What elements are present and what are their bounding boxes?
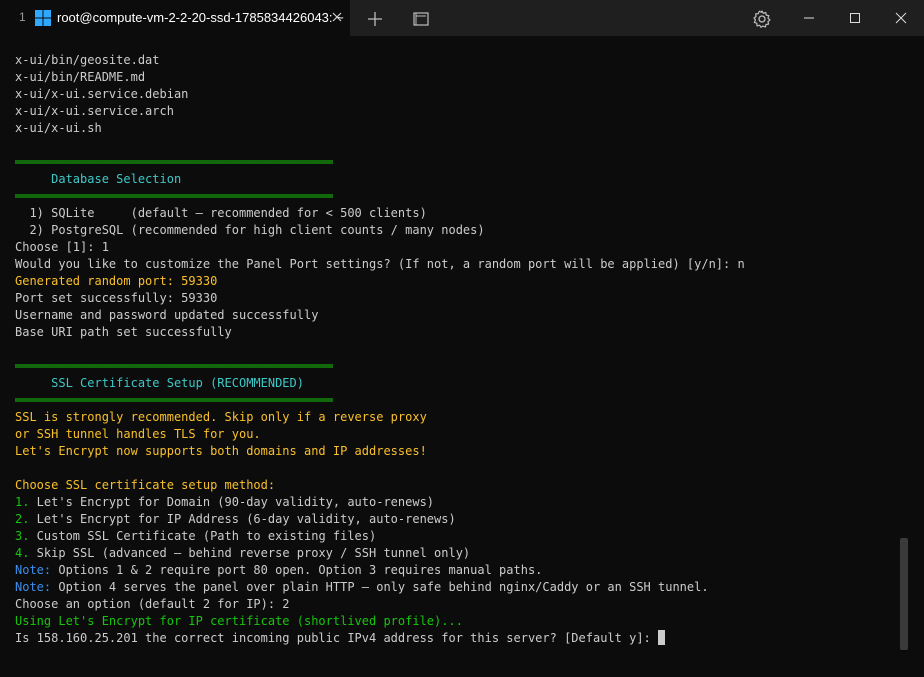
windows-logo-icon bbox=[35, 10, 51, 26]
terminal-text: or SSH tunnel handles TLS for you. bbox=[15, 427, 261, 441]
terminal-line: 2. Let's Encrypt for IP Address (6-day v… bbox=[15, 511, 895, 528]
terminal-line: Generated random port: 59330 bbox=[15, 273, 895, 290]
terminal-line: x-ui/x-ui.service.debian bbox=[15, 86, 895, 103]
dropdown-icon[interactable] bbox=[410, 8, 432, 30]
terminal-line: Would you like to customize the Panel Po… bbox=[15, 256, 895, 273]
maximize-icon bbox=[850, 13, 860, 23]
terminal-line: ════════════════════════════════════════… bbox=[15, 154, 895, 171]
terminal-line: ════════════════════════════════════════… bbox=[15, 358, 895, 375]
terminal-line: Username and password updated successful… bbox=[15, 307, 895, 324]
scrollbar-thumb[interactable] bbox=[900, 538, 908, 650]
terminal-window: 1 root@compute-vm-2-2-20-ssd-17858344260… bbox=[0, 0, 924, 677]
terminal-line: 1. Let's Encrypt for Domain (90-day vali… bbox=[15, 494, 895, 511]
terminal-text: Using Let's Encrypt for IP certificate (… bbox=[15, 614, 463, 628]
terminal-text: 2. bbox=[15, 512, 30, 526]
terminal-line: 4. Skip SSL (advanced — behind reverse p… bbox=[15, 545, 895, 562]
terminal-line: 1) SQLite (default — recommended for < 5… bbox=[15, 205, 895, 222]
terminal-text: x-ui/x-ui.sh bbox=[15, 121, 102, 135]
terminal-line: Is 158.160.25.201 the correct incoming p… bbox=[15, 630, 895, 647]
terminal-line: Note: Options 1 & 2 require port 80 open… bbox=[15, 562, 895, 579]
terminal-text: Base URI path set successfully bbox=[15, 325, 232, 339]
terminal-text: Port set successfully: 59330 bbox=[15, 291, 218, 305]
terminal-text: x-ui/x-ui.service.arch bbox=[15, 104, 174, 118]
terminal-text: Let's Encrypt now supports both domains … bbox=[15, 444, 427, 458]
terminal-text: x-ui/bin/geosite.dat bbox=[15, 53, 160, 67]
terminal-text: x-ui/bin/README.md bbox=[15, 70, 146, 84]
gear-icon[interactable] bbox=[752, 9, 772, 29]
terminal-text: Custom SSL Certificate (Path to existing… bbox=[29, 529, 377, 543]
text-cursor bbox=[658, 630, 665, 645]
terminal-line: x-ui/x-ui.service.arch bbox=[15, 103, 895, 120]
terminal-tab[interactable]: 1 root@compute-vm-2-2-20-ssd-17858344260… bbox=[0, 0, 350, 36]
terminal-line: 3. Custom SSL Certificate (Path to exist… bbox=[15, 528, 895, 545]
terminal-line: SSL is strongly recommended. Skip only i… bbox=[15, 409, 895, 426]
terminal-text: Database Selection bbox=[15, 172, 182, 186]
terminal-text: Let's Encrypt for Domain (90-day validit… bbox=[29, 495, 435, 509]
terminal-text: ════════════════════════════════════════… bbox=[15, 189, 333, 203]
terminal-line: x-ui/bin/README.md bbox=[15, 69, 895, 86]
minimize-icon bbox=[804, 17, 814, 19]
terminal-text: Option 4 serves the panel over plain HTT… bbox=[51, 580, 709, 594]
terminal-text: ════════════════════════════════════════… bbox=[15, 155, 333, 169]
terminal-text: Skip SSL (advanced — behind reverse prox… bbox=[29, 546, 471, 560]
terminal-text: Username and password updated successful… bbox=[15, 308, 319, 322]
terminal-text: SSL is strongly recommended. Skip only i… bbox=[15, 410, 427, 424]
terminal-line: Note: Option 4 serves the panel over pla… bbox=[15, 579, 895, 596]
terminal-text: Choose [1]: 1 bbox=[15, 240, 109, 254]
close-icon bbox=[895, 12, 907, 24]
terminal-text: Options 1 & 2 require port 80 open. Opti… bbox=[51, 563, 543, 577]
terminal-text: SSL Certificate Setup (RECOMMENDED) bbox=[15, 376, 304, 390]
terminal-line: Choose SSL certificate setup method: bbox=[15, 477, 895, 494]
terminal-line: Let's Encrypt now supports both domains … bbox=[15, 443, 895, 460]
terminal-line: x-ui/x-ui.sh bbox=[15, 120, 895, 137]
terminal-text: Generated random port: 59330 bbox=[15, 274, 218, 288]
terminal-text: Let's Encrypt for IP Address (6-day vali… bbox=[29, 512, 456, 526]
terminal-text: ════════════════════════════════════════… bbox=[15, 359, 333, 373]
close-button[interactable] bbox=[878, 0, 924, 36]
terminal-text: Note: bbox=[15, 580, 52, 594]
title-bar: 1 root@compute-vm-2-2-20-ssd-17858344260… bbox=[0, 0, 924, 36]
terminal-line: Base URI path set successfully bbox=[15, 324, 895, 341]
terminal-line: ════════════════════════════════════════… bbox=[15, 392, 895, 409]
terminal-text: 3. bbox=[15, 529, 30, 543]
terminal-line: Database Selection bbox=[15, 171, 895, 188]
terminal-line: Using Let's Encrypt for IP certificate (… bbox=[15, 613, 895, 630]
terminal-text: Would you like to customize the Panel Po… bbox=[15, 257, 745, 271]
terminal-line: or SSH tunnel handles TLS for you. bbox=[15, 426, 895, 443]
terminal-line: SSL Certificate Setup (RECOMMENDED) bbox=[15, 375, 895, 392]
terminal-text: Choose an option (default 2 for IP): 2 bbox=[15, 597, 290, 611]
tab-title: root@compute-vm-2-2-20-ssd-1785834426043… bbox=[57, 10, 344, 25]
terminal-text: Is 158.160.25.201 the correct incoming p… bbox=[15, 631, 658, 645]
terminal-text: Choose SSL certificate setup method: bbox=[15, 478, 276, 492]
tab-index: 1 bbox=[19, 10, 26, 24]
terminal-text: ════════════════════════════════════════… bbox=[15, 393, 333, 407]
terminal-output[interactable]: x-ui/bin/geosite.dat x-ui/bin/README.md x-… bbox=[15, 52, 895, 672]
terminal-text: 1) SQLite (default — recommended for < 5… bbox=[15, 206, 427, 220]
minimize-button[interactable] bbox=[786, 0, 832, 36]
terminal-line: 2) PostgreSQL (recommended for high clie… bbox=[15, 222, 895, 239]
terminal-text: Note: bbox=[15, 563, 52, 577]
terminal-text: 2) PostgreSQL (recommended for high clie… bbox=[15, 223, 485, 237]
terminal-line: ════════════════════════════════════════… bbox=[15, 188, 895, 205]
plus-icon[interactable] bbox=[364, 8, 386, 30]
terminal-text: 4. bbox=[15, 546, 30, 560]
terminal-line: Choose an option (default 2 for IP): 2 bbox=[15, 596, 895, 613]
terminal-line: Choose [1]: 1 bbox=[15, 239, 895, 256]
close-tab-icon[interactable] bbox=[330, 10, 344, 24]
maximize-button[interactable] bbox=[832, 0, 878, 36]
terminal-text: 1. bbox=[15, 495, 30, 509]
terminal-line: Port set successfully: 59330 bbox=[15, 290, 895, 307]
terminal-line: x-ui/bin/geosite.dat bbox=[15, 52, 895, 69]
terminal-text: x-ui/x-ui.service.debian bbox=[15, 87, 189, 101]
